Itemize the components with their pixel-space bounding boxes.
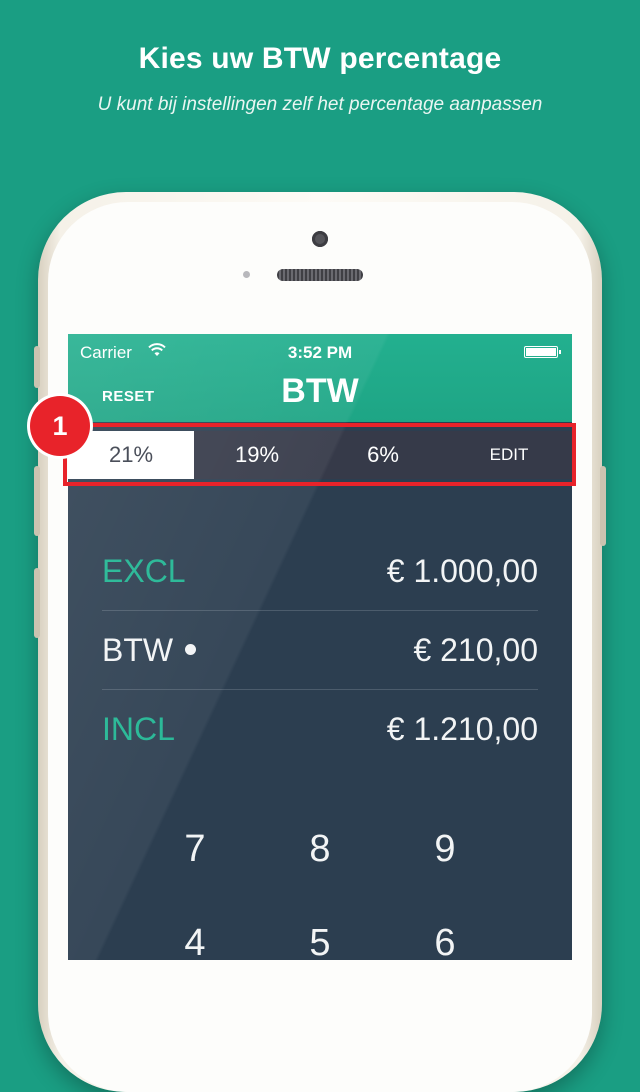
btw-value: € 210,00 <box>413 631 538 668</box>
key-8[interactable]: 8 <box>270 814 370 884</box>
incl-label: INCL <box>102 710 175 747</box>
front-camera <box>312 231 328 247</box>
promo-title: Kies uw BTW percentage <box>138 42 502 75</box>
amount-list: EXCL € 1.000,00 BTW € 210,00 INCL € 1.21… <box>102 532 538 768</box>
active-row-dot-icon <box>185 643 197 655</box>
btw-label: BTW <box>102 631 174 668</box>
key-7[interactable]: 7 <box>145 814 245 884</box>
incl-value: € 1.210,00 <box>386 710 538 747</box>
volume-down-button <box>34 568 40 638</box>
rate-option-19[interactable]: 19% <box>194 431 320 479</box>
navigation-bar: Carrier 3:52 PM RESET BTW <box>68 334 572 422</box>
step-badge: 1 <box>30 396 90 456</box>
nav-title: BTW <box>281 372 359 410</box>
promo-subtitle: U kunt bij instellingen zelf het percent… <box>97 94 543 115</box>
app-screen: Carrier 3:52 PM RESET BTW 21% 19% 6% EDI… <box>68 334 572 960</box>
amount-row-btw[interactable]: BTW € 210,00 <box>102 611 538 690</box>
battery-icon <box>524 346 561 358</box>
key-6[interactable]: 6 <box>395 908 495 960</box>
status-time: 3:52 PM <box>287 343 353 362</box>
earpiece-speaker <box>277 269 363 281</box>
key-9[interactable]: 9 <box>395 814 495 884</box>
rate-option-6[interactable]: 6% <box>320 431 446 479</box>
edit-rates-button[interactable]: EDIT <box>446 431 572 479</box>
proximity-sensor <box>243 271 250 278</box>
amount-row-excl[interactable]: EXCL € 1.000,00 <box>102 532 538 611</box>
key-5[interactable]: 5 <box>270 908 370 960</box>
btw-label-wrap: BTW <box>102 631 197 669</box>
excl-value: € 1.000,00 <box>386 552 538 589</box>
volume-up-button <box>34 466 40 536</box>
power-button <box>600 466 606 546</box>
excl-label: EXCL <box>102 552 186 589</box>
key-4[interactable]: 4 <box>145 908 245 960</box>
vat-rate-selector: 21% 19% 6% EDIT <box>68 431 572 479</box>
mute-switch <box>34 346 40 388</box>
amount-row-incl[interactable]: INCL € 1.210,00 <box>102 690 538 768</box>
